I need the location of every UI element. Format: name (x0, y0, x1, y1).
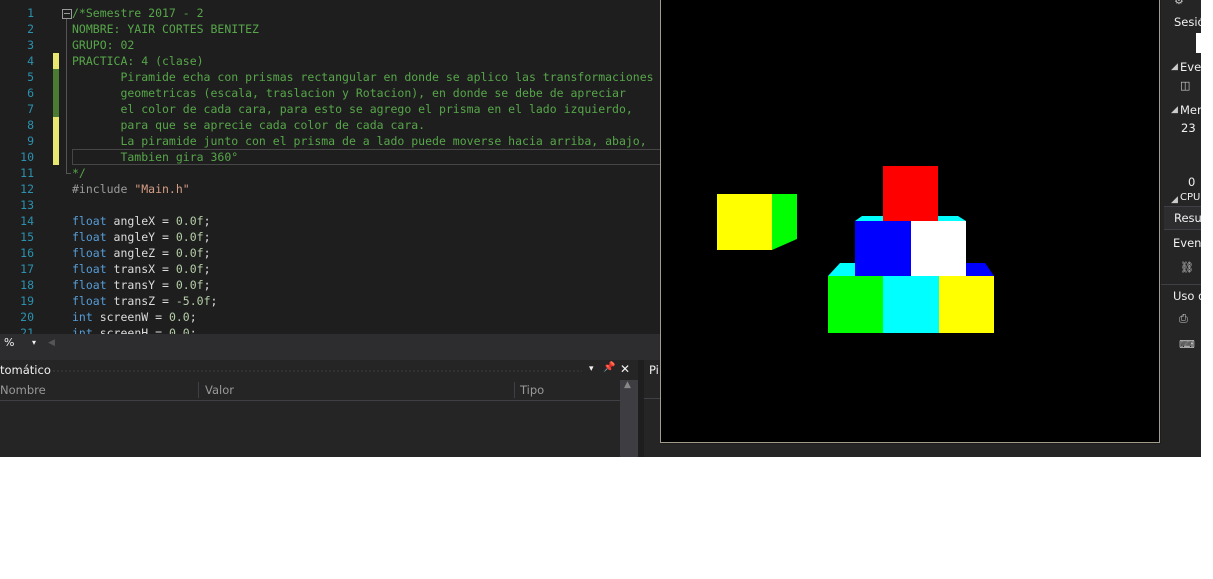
top-red-face (883, 166, 938, 221)
bottom-green-face (828, 276, 883, 333)
rendered-scene (717, 166, 994, 333)
bottom-top-right-face (966, 263, 994, 276)
left-prism-side-face (772, 194, 797, 250)
bottom-cyan-face (883, 276, 939, 333)
middle-blue-face (855, 221, 911, 276)
bottom-yellow-face (939, 276, 994, 333)
left-prism-front-face (717, 194, 772, 250)
visual-studio-window: 1 2 3 4 5 6 7 8 9 10 11 12 13 14 15 16 17 18 19 20 21 /*Seme… (0, 0, 1201, 457)
middle-white-face (911, 221, 966, 276)
